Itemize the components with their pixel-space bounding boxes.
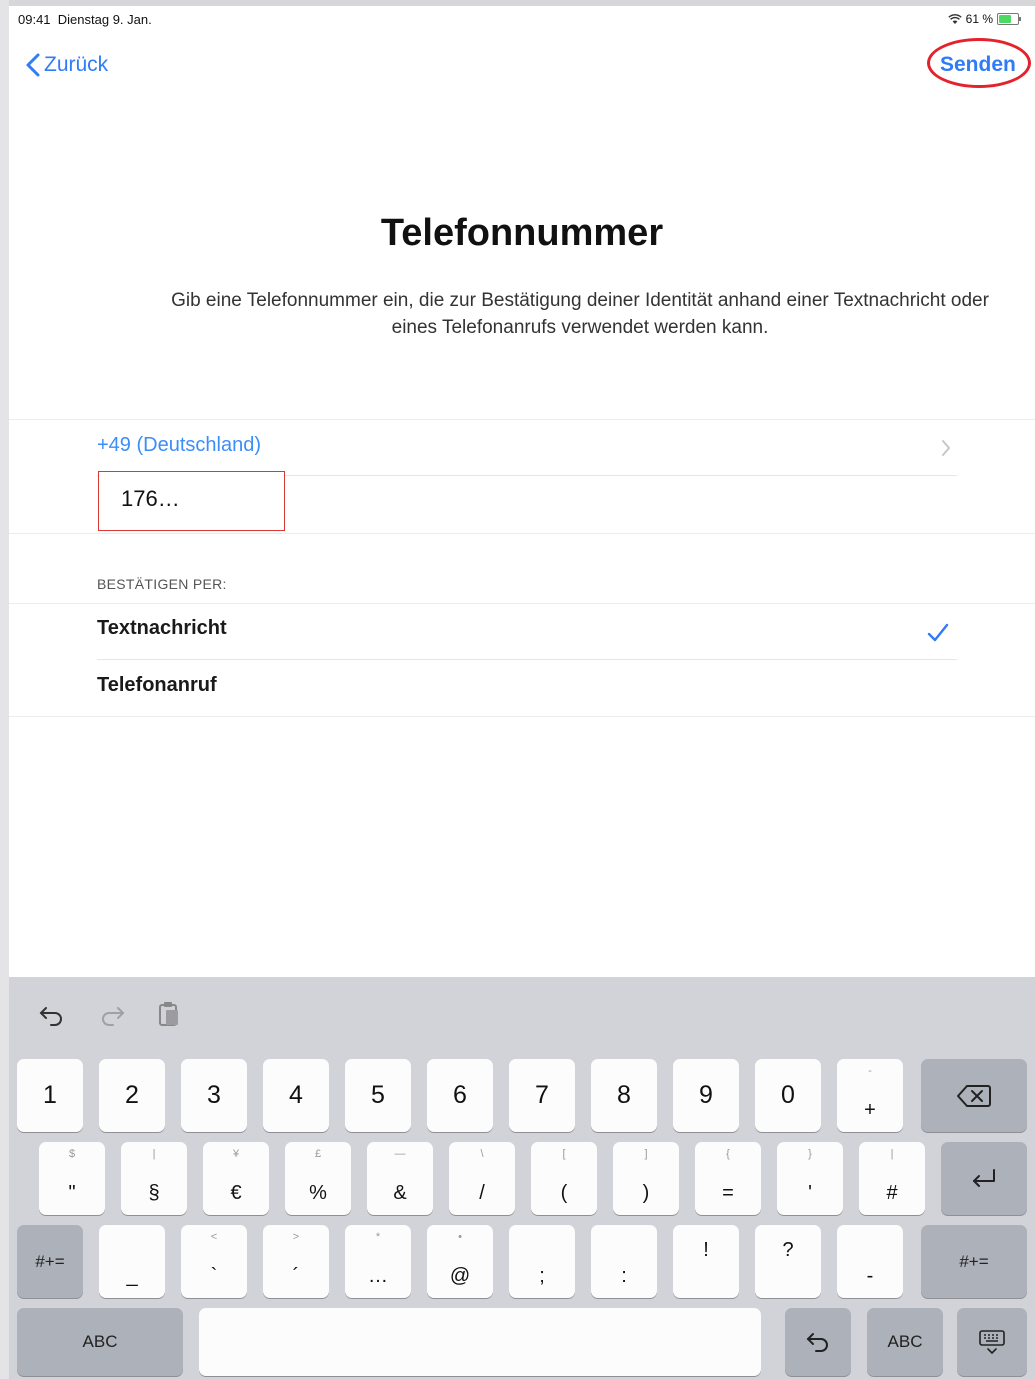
key-section[interactable]: | § bbox=[121, 1142, 187, 1215]
key-1[interactable]: 1 bbox=[17, 1059, 83, 1132]
undo-key[interactable] bbox=[785, 1308, 851, 1376]
keyboard-hide-icon bbox=[979, 1330, 1005, 1355]
key-2[interactable]: 2 bbox=[99, 1059, 165, 1132]
verify-section-header: BESTÄTIGEN PER: bbox=[97, 576, 227, 592]
backspace-icon bbox=[957, 1084, 991, 1107]
paste-icon[interactable] bbox=[154, 999, 184, 1029]
battery-percent: 61 % bbox=[965, 12, 993, 26]
window-top-frame bbox=[9, 0, 1035, 6]
key-question[interactable]: ? bbox=[755, 1225, 821, 1298]
undo-icon bbox=[806, 1333, 828, 1352]
key-euro[interactable]: ¥ € bbox=[203, 1142, 269, 1215]
country-code-label: +49 (Deutschland) bbox=[97, 434, 261, 456]
backspace-key[interactable] bbox=[921, 1059, 1027, 1132]
key-percent[interactable]: £% bbox=[285, 1142, 351, 1215]
key-ellipsis[interactable]: *… bbox=[345, 1225, 411, 1298]
page-description: Gib eine Telefonnummer ein, die zur Best… bbox=[171, 290, 989, 338]
status-time: 09:41 bbox=[18, 12, 51, 27]
status-right: 61 % bbox=[947, 12, 1021, 26]
back-button-label: Zurück bbox=[44, 53, 109, 76]
key-backtick[interactable]: < ` bbox=[181, 1225, 247, 1298]
row-divider bbox=[97, 659, 957, 660]
shift-symbols-key-right[interactable]: #+= bbox=[921, 1225, 1027, 1298]
key-7[interactable]: 7 bbox=[509, 1059, 575, 1132]
key-quote[interactable]: $ " bbox=[39, 1142, 105, 1215]
status-date: Dienstag 9. Jan. bbox=[57, 12, 152, 27]
abc-key-left[interactable]: ABC bbox=[17, 1308, 183, 1376]
key-9[interactable]: 9 bbox=[673, 1059, 739, 1132]
undo-icon[interactable] bbox=[37, 999, 67, 1029]
key-slash[interactable]: \ / bbox=[449, 1142, 515, 1215]
chevron-left-icon bbox=[26, 53, 40, 77]
back-button[interactable]: Zurück bbox=[24, 52, 108, 78]
return-icon bbox=[973, 1168, 995, 1187]
key-colon[interactable]: : bbox=[591, 1225, 657, 1298]
key-6[interactable]: 6 bbox=[427, 1059, 493, 1132]
status-bar: 09:41 Dienstag 9. Jan. 61 % bbox=[18, 12, 1027, 32]
key-3[interactable]: 3 bbox=[181, 1059, 247, 1132]
key-equals[interactable]: {= bbox=[695, 1142, 761, 1215]
key-dash[interactable]: - bbox=[837, 1225, 903, 1298]
status-time-date: 09:41 Dienstag 9. Jan. bbox=[18, 12, 152, 27]
page-title: Telefonnummer bbox=[380, 212, 664, 254]
key-underscore[interactable]: _ bbox=[99, 1225, 165, 1298]
key-semicolon[interactable]: ; bbox=[509, 1225, 575, 1298]
option-text-message[interactable]: Textnachricht bbox=[97, 617, 957, 657]
key-apostrophe[interactable]: } ' bbox=[777, 1142, 843, 1215]
key-5[interactable]: 5 bbox=[345, 1059, 411, 1132]
country-code-selector[interactable]: +49 (Deutschland) bbox=[97, 434, 957, 464]
option-phone-call-label: Telefonanruf bbox=[97, 674, 217, 696]
key-paren-close[interactable]: ]) bbox=[613, 1142, 679, 1215]
wifi-icon bbox=[947, 13, 962, 24]
return-key[interactable] bbox=[941, 1142, 1027, 1215]
key-ampersand[interactable]: — & bbox=[367, 1142, 433, 1215]
abc-key-right[interactable]: ABC bbox=[867, 1308, 943, 1376]
key-hash[interactable]: | # bbox=[859, 1142, 925, 1215]
phone-number-field[interactable] bbox=[98, 471, 285, 531]
option-phone-call[interactable]: Telefonanruf bbox=[97, 674, 957, 714]
keyboard: 1 2 3 4 5 6 7 8 9 0 - + $ " | § ¥ € £% — & \ /… bbox=[9, 977, 1035, 1379]
key-exclamation[interactable]: ! bbox=[673, 1225, 739, 1298]
phone-number-input[interactable] bbox=[121, 486, 271, 512]
space-bar[interactable] bbox=[199, 1308, 761, 1376]
key-paren-open[interactable]: [( bbox=[531, 1142, 597, 1215]
shift-symbols-key-left[interactable]: #+= bbox=[17, 1225, 83, 1298]
key-at[interactable]: • @ bbox=[427, 1225, 493, 1298]
key-acute[interactable]: > ´ bbox=[263, 1225, 329, 1298]
key-8[interactable]: 8 bbox=[591, 1059, 657, 1132]
hide-keyboard-key[interactable] bbox=[957, 1308, 1027, 1376]
key-plus[interactable]: - + bbox=[837, 1059, 903, 1132]
key-4[interactable]: 4 bbox=[263, 1059, 329, 1132]
window-edge bbox=[0, 0, 9, 1379]
send-button-highlight-annotation bbox=[927, 38, 1031, 88]
checkmark-icon bbox=[927, 623, 949, 642]
option-text-message-label: Textnachricht bbox=[97, 617, 227, 639]
key-0[interactable]: 0 bbox=[755, 1059, 821, 1132]
chevron-right-icon bbox=[942, 440, 951, 456]
redo-icon[interactable] bbox=[97, 999, 127, 1029]
battery-icon bbox=[997, 13, 1021, 25]
